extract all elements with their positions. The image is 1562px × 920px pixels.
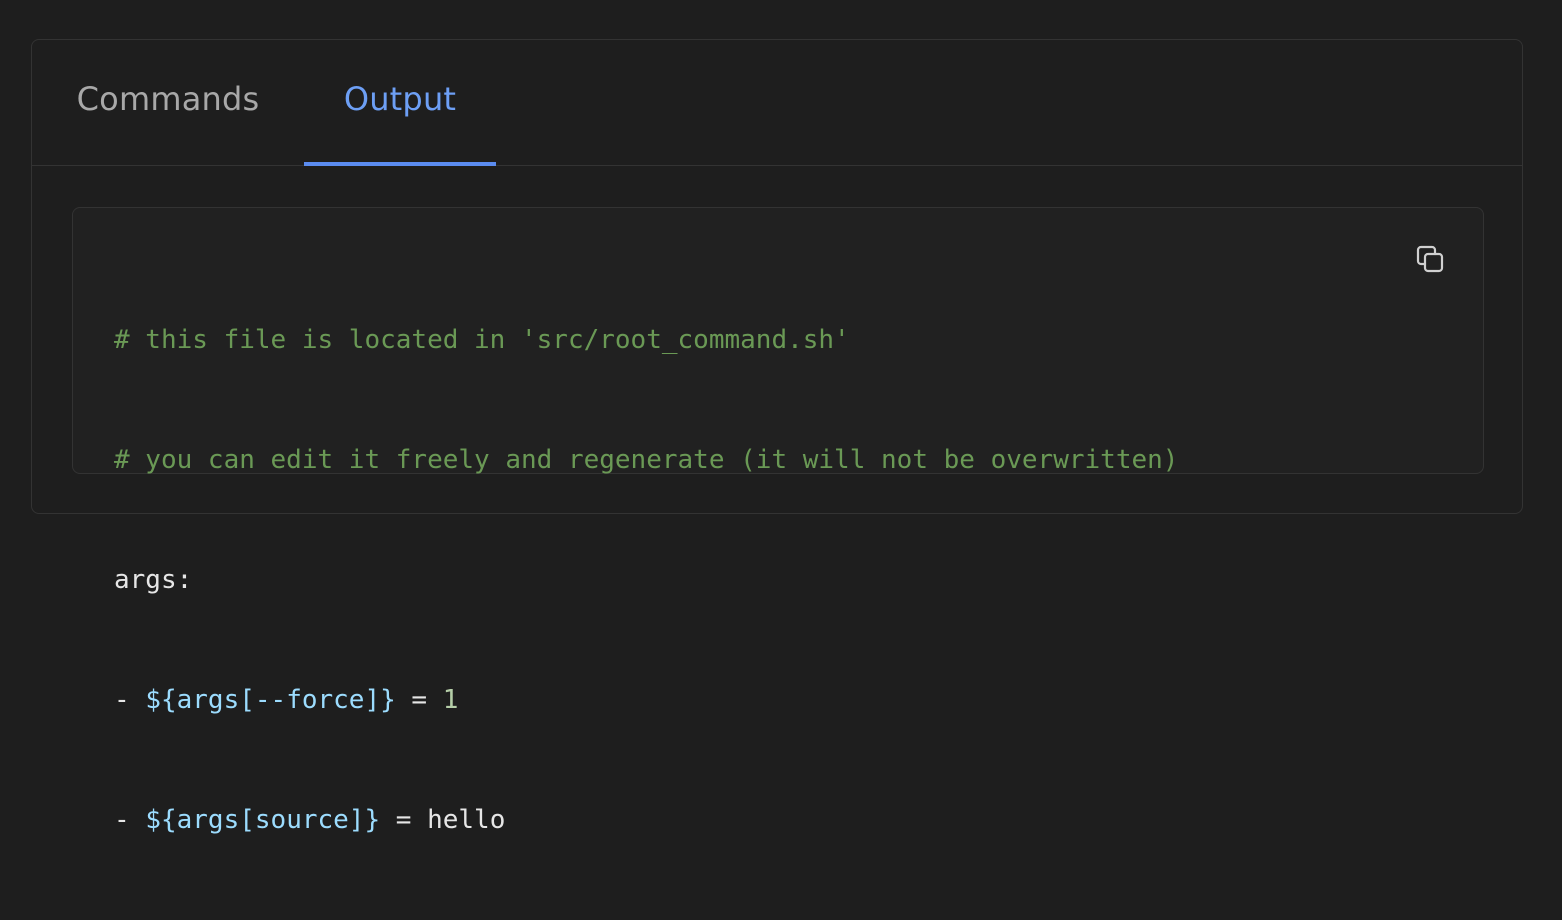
code-operator: = (380, 805, 428, 835)
code-variable: ${args[source]} (145, 805, 381, 835)
active-tab-indicator (304, 162, 496, 166)
tab-commands[interactable]: Commands (32, 40, 304, 165)
copy-icon (1416, 245, 1444, 273)
code-operator: = (395, 685, 443, 715)
tab-commands-label: Commands (76, 79, 260, 118)
code-value: hello (427, 805, 506, 835)
tab-bar: Commands Output (32, 40, 1522, 166)
code-value: 1 (442, 685, 459, 715)
code-line: # this file is located in 'src/root_comm… (114, 325, 850, 355)
code-content: # this file is located in 'src/root_comm… (114, 240, 1178, 920)
code-dash: - (114, 685, 146, 715)
code-line: - ${args[--force]} = 1 (114, 680, 1178, 720)
copy-button[interactable] (1413, 242, 1447, 276)
code-line: args: (114, 565, 193, 595)
code-block: # this file is located in 'src/root_comm… (72, 207, 1484, 835)
code-dash: - (114, 805, 146, 835)
tab-output-label: Output (343, 79, 457, 118)
code-line: # you can edit it freely and regenerate … (114, 445, 1179, 475)
tab-output[interactable]: Output (304, 40, 496, 166)
code-variable: ${args[--force]} (145, 685, 396, 715)
code-line: - ${args[source]} = hello (114, 800, 1178, 840)
code-tabs-panel: Commands Output # this file is located i… (31, 39, 1523, 835)
